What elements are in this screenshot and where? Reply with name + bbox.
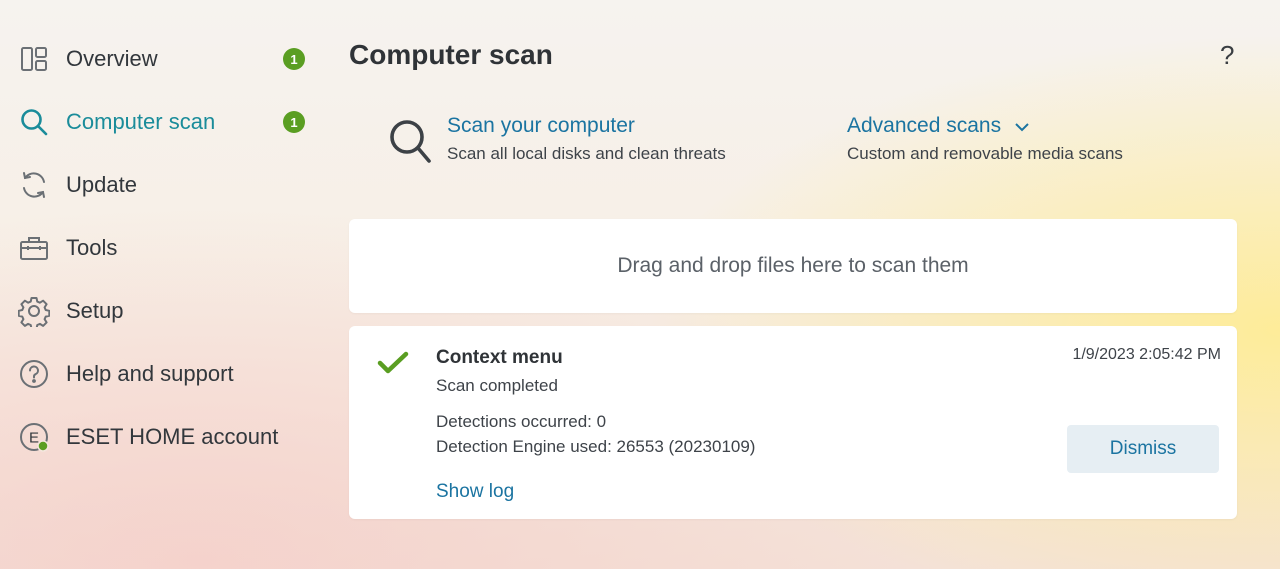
sidebar-item-label: ESET HOME account: [66, 424, 279, 449]
chevron-down-icon: [1015, 114, 1029, 138]
eset-home-icon: E: [18, 421, 50, 453]
sidebar-item-label: Update: [66, 172, 137, 197]
drop-zone[interactable]: Drag and drop files here to scan them: [349, 219, 1237, 313]
sidebar-item-label: Help and support: [66, 361, 234, 386]
sidebar-item-overview[interactable]: Overview 1: [18, 37, 318, 81]
notification-badge: 1: [283, 48, 305, 70]
detections-count: Detections occurred: 0: [436, 412, 607, 431]
toolbox-icon: [18, 232, 50, 264]
notification-badge: 1: [283, 111, 305, 133]
sidebar-item-eset-home-account[interactable]: E ESET HOME account: [18, 415, 318, 459]
page-title: Computer scan: [349, 39, 553, 70]
scan-your-computer-link[interactable]: Scan your computer: [447, 114, 787, 138]
scan-result-card: Context menu Scan completed Detections o…: [349, 326, 1237, 519]
overview-icon: [18, 43, 50, 75]
drop-zone-text: Drag and drop files here to scan them: [617, 254, 969, 277]
advanced-scans-dropdown[interactable]: Advanced scans: [847, 114, 1167, 138]
advanced-scans-description: Custom and removable media scans: [847, 144, 1123, 164]
sidebar-item-setup[interactable]: Setup: [18, 289, 318, 333]
scan-result-status: Scan completed: [436, 376, 558, 395]
eset-home-icon-letter: E: [29, 430, 39, 447]
sidebar-item-computer-scan[interactable]: Computer scan 1: [18, 100, 318, 144]
checkmark-icon: [377, 350, 409, 381]
scan-your-computer-option[interactable]: Scan your computer Scan all local disks …: [388, 114, 788, 170]
detection-engine-version: Detection Engine used: 26553 (20230109): [436, 437, 756, 456]
sidebar-item-tools[interactable]: Tools: [18, 226, 318, 270]
help-circle-icon: [18, 358, 50, 390]
scan-your-computer-description: Scan all local disks and clean threats: [447, 144, 726, 163]
advanced-scans-label: Advanced scans: [847, 114, 1002, 137]
show-log-link[interactable]: Show log: [436, 481, 514, 503]
sidebar-item-update[interactable]: Update: [18, 163, 318, 207]
sidebar-item-label: Overview: [66, 46, 158, 71]
scan-result-title: Context menu: [436, 347, 563, 368]
sidebar: Overview 1 Computer scan 1 Update Tools …: [0, 0, 330, 569]
sidebar-item-label: Tools: [66, 235, 118, 260]
dismiss-button[interactable]: Dismiss: [1067, 425, 1219, 473]
help-button[interactable]: ?: [1220, 40, 1234, 71]
sidebar-item-label: Setup: [66, 298, 124, 323]
search-icon: [18, 106, 50, 138]
gear-icon: [18, 295, 50, 327]
advanced-scans-option[interactable]: Advanced scans Custom and removable medi…: [847, 114, 1167, 170]
sidebar-item-help-and-support[interactable]: Help and support: [18, 352, 318, 396]
scan-timestamp: 1/9/2023 2:05:42 PM: [1072, 346, 1221, 363]
refresh-icon: [18, 169, 50, 201]
search-icon: [388, 118, 434, 171]
sidebar-item-label: Computer scan: [66, 109, 216, 134]
